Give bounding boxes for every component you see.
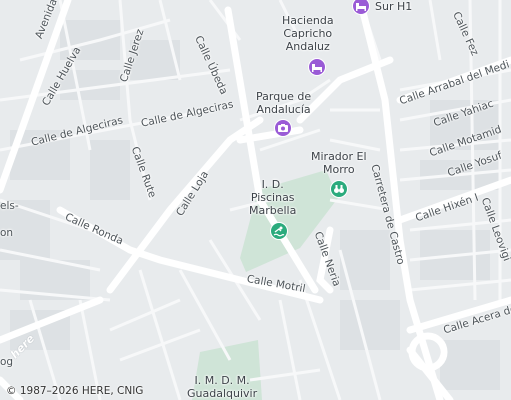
poi-label-parque[interactable]: Parque de Andalucía (256, 90, 311, 116)
camera-icon (278, 124, 288, 132)
parque-line2: Andalucía (256, 103, 311, 116)
street-label-partial-els: els- (0, 200, 19, 212)
poi-label-mirador[interactable]: Mirador El Morro (311, 150, 367, 176)
poi-label-guadalquivir[interactable]: I. M. D. M. Guadalquivir (187, 374, 257, 400)
bed-icon (312, 64, 322, 72)
poi-label-piscinas[interactable]: I. D. Piscinas Marbella (249, 178, 296, 217)
piscinas-line2: Piscinas (250, 191, 295, 204)
hacienda-line3: Andaluz (285, 40, 330, 53)
parque-line1: Parque de (256, 90, 312, 103)
poi-label-sur: Sur H1 (375, 0, 413, 13)
hotel-pin[interactable] (308, 58, 326, 76)
guadalquivir-line1: I. M. D. M. (194, 374, 250, 387)
viewpoint-pin[interactable] (330, 180, 348, 198)
poi-label-hacienda[interactable]: Hacienda Capricho Andaluz (282, 14, 334, 53)
pool-pin[interactable] (270, 222, 288, 240)
piscinas-line3: Marbella (249, 204, 297, 217)
bed-icon (356, 3, 366, 11)
guadalquivir-line2: Guadalquivir (187, 387, 258, 400)
binoculars-icon (334, 185, 344, 193)
street-label-partial-og: og (0, 356, 14, 368)
hacienda-line2: Capricho (283, 27, 333, 40)
mirador-line2: Morro (323, 163, 355, 176)
mirador-line1: Mirador El (311, 150, 367, 163)
map-attribution: © 1987–2026 HERE, CNIG (6, 385, 144, 397)
hacienda-line1: Hacienda (282, 14, 334, 27)
swimmer-icon (273, 226, 285, 237)
street-label-partial-lon: on (0, 227, 14, 239)
map-canvas[interactable]: Avenida Calle Huelva Calle Jerez Calle Ú… (0, 0, 511, 400)
piscinas-line1: I. D. (261, 178, 284, 191)
landmark-pin[interactable] (274, 119, 292, 137)
